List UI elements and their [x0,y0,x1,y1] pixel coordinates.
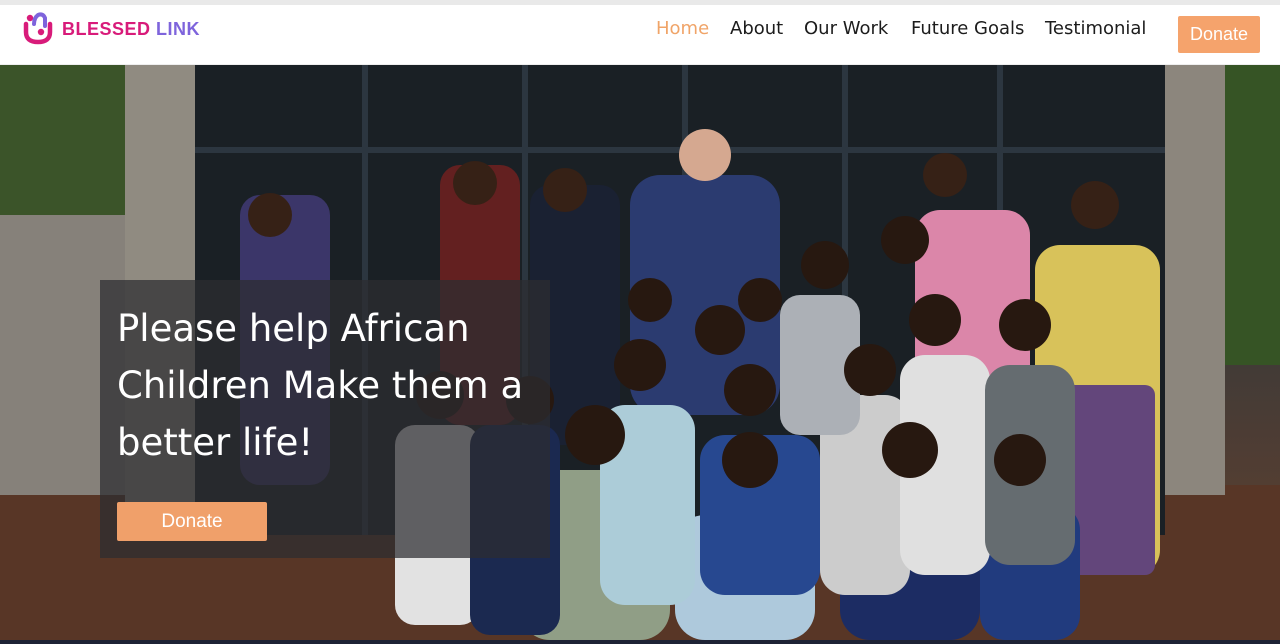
brand-name: BLESSED LINK [62,20,200,38]
brand-name-part2: LINK [156,19,201,39]
brand-logo[interactable]: BLESSED LINK [20,8,200,50]
bottom-strip [0,640,1280,644]
nav-donate-button[interactable]: Donate [1178,16,1260,53]
hero-section: Please help African Children Make them a… [0,65,1280,640]
hero-card: Please help African Children Make them a… [100,280,550,558]
people-circle-logo-icon [23,12,53,45]
nav-about[interactable]: About [730,18,783,39]
navbar: BLESSED LINK Home About Our Work Future … [0,5,1280,65]
hero-heading: Please help African Children Make them a… [117,307,524,464]
hero-donate-button[interactable]: Donate [117,502,267,541]
nav-testimonial[interactable]: Testimonial [1045,18,1146,39]
nav-home[interactable]: Home [656,18,709,39]
nav-our-work[interactable]: Our Work [804,18,888,39]
brand-name-part1: BLESSED [62,19,151,39]
nav-future-goals[interactable]: Future Goals [911,18,1024,39]
